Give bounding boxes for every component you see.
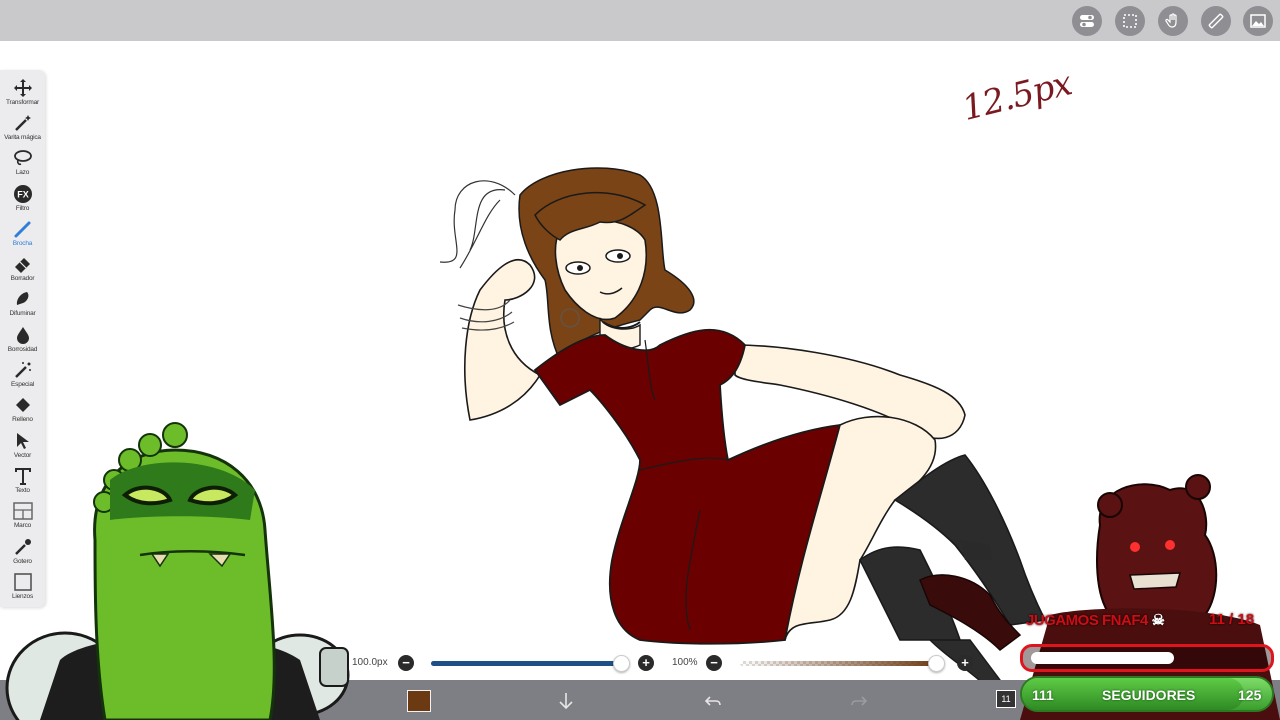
- tool-label: Difuminar: [9, 310, 36, 317]
- brush-opacity-value: 100%: [672, 657, 698, 668]
- lasso-icon: [13, 150, 32, 166]
- ruler-icon[interactable]: [1201, 6, 1231, 36]
- opacity-increase-button[interactable]: +: [957, 655, 973, 671]
- brush-opacity-fill: [740, 661, 940, 666]
- progress-bar: [1020, 644, 1274, 672]
- eraser-icon: [14, 258, 30, 273]
- hand-icon[interactable]: [1158, 6, 1188, 36]
- selection-icon[interactable]: [1115, 6, 1145, 36]
- tool-label: Borrador: [10, 275, 35, 282]
- tool-transform[interactable]: Transformar: [0, 76, 45, 111]
- fx-icon: FX: [13, 185, 32, 203]
- brush-size-slider[interactable]: [431, 661, 627, 666]
- toggle-icon[interactable]: [1072, 6, 1102, 36]
- tool-eraser[interactable]: Borrador: [0, 252, 45, 287]
- progress-fill: [1031, 652, 1174, 664]
- counter-current: 11: [1209, 611, 1225, 628]
- arm-shape: [464, 259, 542, 421]
- camera-badge: 11: [996, 690, 1016, 708]
- followers-goal-bar: 111 SEGUIDORES 125: [1020, 676, 1274, 712]
- tool-label: Brocha: [12, 240, 33, 247]
- tool-blur[interactable]: Borrosidad: [0, 323, 45, 358]
- tool-label: Borrosidad: [7, 346, 38, 353]
- tool-label: Filtro: [15, 205, 30, 212]
- counter-total: 18: [1237, 611, 1255, 628]
- brush-settings-bar: 100.0px − + 100% − +: [340, 651, 980, 675]
- blur-drop-icon: [16, 327, 29, 344]
- gallery-icon[interactable]: [1243, 6, 1273, 36]
- followers-label: SEGUIDORES: [1102, 687, 1196, 703]
- brush-opacity-slider[interactable]: [740, 661, 940, 666]
- tool-label: Lazo: [15, 169, 30, 176]
- tool-brush[interactable]: Brocha: [0, 217, 45, 252]
- smudge-icon: [16, 292, 28, 305]
- followers-goal: 125: [1238, 687, 1262, 703]
- brush-size-fill: [431, 661, 622, 666]
- undo-icon[interactable]: [702, 690, 724, 712]
- progress-counter: 11 / 18: [1209, 611, 1255, 628]
- size-decrease-button[interactable]: −: [398, 655, 414, 671]
- brush-opacity-knob[interactable]: [928, 655, 945, 672]
- size-increase-button[interactable]: +: [638, 655, 654, 671]
- tool-label: Transformar: [6, 99, 39, 106]
- tool-lasso[interactable]: Lazo: [0, 146, 45, 181]
- download-arrow-icon[interactable]: [555, 690, 577, 712]
- tool-label: Especial: [11, 381, 34, 388]
- app-window: 12.5px Transformar Varita mágica Lazo FX…: [0, 0, 1280, 720]
- fill-bucket-icon: [15, 398, 30, 412]
- stream-title-text: JUGAMOS FNAF4: [1026, 612, 1148, 629]
- brush-size-value: 100.0px: [352, 657, 388, 668]
- top-bar: [0, 0, 1280, 41]
- tool-special[interactable]: Especial: [0, 358, 45, 393]
- followers-current: 111: [1032, 687, 1054, 703]
- brush-icon: [14, 221, 30, 238]
- opacity-decrease-button[interactable]: −: [706, 655, 722, 671]
- tool-magic-wand[interactable]: Varita mágica: [0, 111, 45, 146]
- move-arrows-icon: [13, 79, 32, 97]
- left-character-overlay: [5, 422, 350, 720]
- color-swatch[interactable]: [407, 690, 431, 712]
- brush-size-knob[interactable]: [613, 655, 631, 672]
- redo-icon: [851, 696, 868, 706]
- skull-icon: ☠: [1151, 612, 1165, 629]
- tool-smudge[interactable]: Difuminar: [0, 287, 45, 322]
- tool-label: Varita mágica: [4, 134, 41, 141]
- sparkle-wand-icon: [14, 362, 31, 378]
- magic-wand-icon: [14, 115, 31, 131]
- stream-title: JUGAMOS FNAF4 ☠: [1026, 611, 1165, 629]
- svg-text:FX: FX: [17, 190, 29, 200]
- tool-filter[interactable]: FX Filtro: [0, 182, 45, 217]
